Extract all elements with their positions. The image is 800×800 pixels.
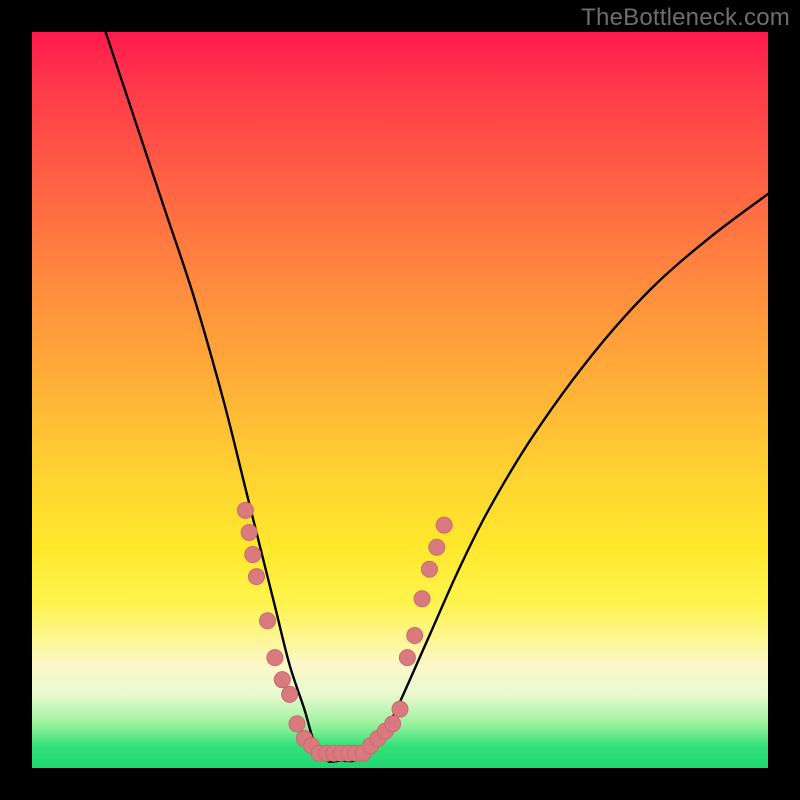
watermark-text: TheBottleneck.com [581, 4, 790, 32]
marker-point [436, 517, 452, 533]
marker-point [237, 502, 253, 518]
bottleneck-curve [106, 32, 768, 762]
chart-svg [32, 32, 768, 768]
marker-point [429, 539, 445, 555]
chart-frame: TheBottleneck.com [0, 0, 800, 800]
marker-point [260, 613, 276, 629]
marker-point [282, 686, 298, 702]
marker-point [248, 569, 264, 585]
marker-point [245, 547, 261, 563]
marker-point [392, 701, 408, 717]
marker-point [407, 628, 423, 644]
marker-point [267, 650, 283, 666]
marker-point [241, 524, 257, 540]
marker-point [414, 591, 430, 607]
highlighted-points [237, 502, 452, 761]
marker-point [289, 716, 305, 732]
marker-point [421, 561, 437, 577]
plot-area [32, 32, 768, 768]
marker-point [274, 672, 290, 688]
marker-point [385, 716, 401, 732]
marker-point [399, 650, 415, 666]
